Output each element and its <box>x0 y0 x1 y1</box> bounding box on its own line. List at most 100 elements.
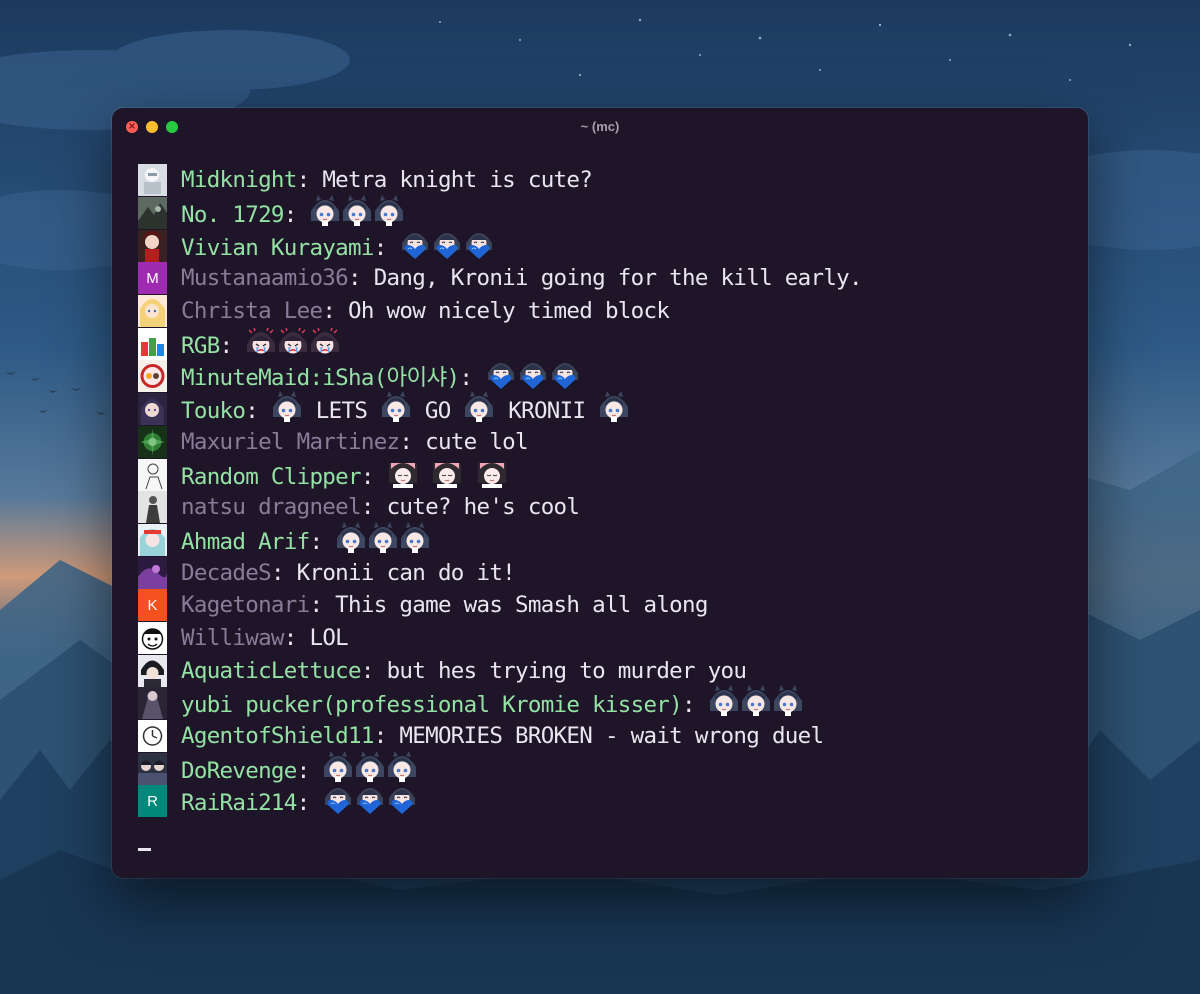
chat-message-row: yubi pucker(professional Kromie kisser): <box>138 685 1068 721</box>
name-separator: : <box>283 624 310 651</box>
chat-message-row: Maxuriel Martinez: cute lol <box>138 425 1068 459</box>
username-maxuriel-martinez[interactable]: Maxuriel Martinez <box>181 429 400 455</box>
username-mustanaamio36[interactable]: Mustanaamio36 <box>181 265 349 291</box>
kronii-face-emote-icon <box>367 521 399 554</box>
message-text: cute? he's cool <box>386 494 580 521</box>
username-decades[interactable]: DecadeS <box>181 560 272 586</box>
message-text <box>463 464 476 490</box>
kronii-face-emote-icon <box>373 195 405 227</box>
chat-message-text: AgentofShield11: MEMORIES BROKEN - wait … <box>181 720 824 752</box>
avatar-red-anime[interactable] <box>138 229 167 262</box>
kronii-face-emote-icon <box>386 750 418 783</box>
username-touko[interactable]: Touko <box>181 398 246 424</box>
avatar-letter-R[interactable]: R <box>138 785 167 818</box>
avatar-blonde-anime[interactable] <box>138 295 167 328</box>
avatar-cartoon-face[interactable] <box>138 621 167 654</box>
chat-message-text: No. 1729: <box>181 195 405 231</box>
avatar-dark-figure[interactable] <box>138 687 167 720</box>
chat-message-text: Midknight: Metra knight is cute? <box>181 164 593 196</box>
name-separator: : <box>360 657 387 684</box>
kronii-heart-emote-icon <box>431 228 463 260</box>
name-separator: : <box>296 790 323 817</box>
chat-message-row: natsu dragneel: cute? he's cool <box>138 491 1068 524</box>
name-separator: : <box>219 332 246 359</box>
message-text: GO <box>412 398 464 425</box>
kronii-face-emote-icon <box>271 391 303 423</box>
chat-message-row: Midknight: Metra knight is cute? <box>138 164 1068 197</box>
message-text: Metra knight is cute? <box>322 167 593 194</box>
avatar-teal-anime[interactable] <box>138 523 167 556</box>
kronii-cry-emote-icon <box>309 326 341 358</box>
chat-message-text: MinuteMaid:iSha(아이샤): <box>181 358 581 394</box>
username-aquaticlettuce[interactable]: AquaticLettuce <box>181 658 362 684</box>
kronii-heart-emote-icon <box>549 358 581 390</box>
chat-message-row: RGB: <box>138 327 1068 360</box>
chat-message-text: RGB: <box>181 326 341 362</box>
kronii-heart-emote-icon <box>386 783 418 815</box>
name-separator: : <box>360 463 387 490</box>
username-midknight[interactable]: Midknight <box>181 167 297 193</box>
kronii-face-emote-icon <box>463 391 495 423</box>
name-separator: : <box>399 428 426 455</box>
terminal-cursor <box>138 848 151 851</box>
username-minutemaid-isha[interactable]: MinuteMaid:iSha(아이샤) <box>181 365 460 391</box>
kronii-heart-emote-icon <box>485 358 517 390</box>
avatar-logo-badge[interactable] <box>138 360 167 393</box>
kronii-sleepy-emote-icon <box>476 457 508 489</box>
message-text: LETS <box>302 398 381 425</box>
username-rgb[interactable]: RGB <box>181 333 220 359</box>
chat-message-text: Christa Lee: Oh wow nicely timed block <box>181 295 670 327</box>
avatar-sketch[interactable] <box>138 458 167 491</box>
username-vivian-kurayami[interactable]: Vivian Kurayami <box>181 235 374 261</box>
avatar-rgb-bars[interactable] <box>138 327 167 360</box>
kronii-face-emote-icon <box>740 685 772 717</box>
avatar-letter-K[interactable]: K <box>138 589 167 622</box>
message-text: Kronii can do it! <box>296 559 516 586</box>
name-separator: : <box>283 202 310 229</box>
avatar-green-star[interactable] <box>138 425 167 458</box>
username-no-1729[interactable]: No. 1729 <box>181 202 284 228</box>
message-text <box>419 464 432 490</box>
chat-message-text: natsu dragneel: cute? he's cool <box>181 491 580 523</box>
avatar-group-anime[interactable] <box>138 752 167 785</box>
name-separator: : <box>373 723 400 750</box>
kronii-heart-emote-icon <box>463 228 495 260</box>
username-dorevenge[interactable]: DoRevenge <box>181 758 297 784</box>
chat-message-row: Ahmad Arif: <box>138 521 1068 557</box>
username-kagetonari[interactable]: Kagetonari <box>181 592 310 618</box>
chat-message-row: AgentofShield11: MEMORIES BROKEN - wait … <box>138 720 1068 753</box>
chat-message-text: yubi pucker(professional Kromie kisser): <box>181 685 804 721</box>
avatar-dark-art[interactable] <box>138 197 167 230</box>
chat-message-row: DoRevenge: <box>138 750 1068 785</box>
name-separator: : <box>459 365 486 392</box>
avatar-clock[interactable] <box>138 720 167 753</box>
avatar-purple-swirl[interactable] <box>138 556 167 589</box>
chat-log[interactable]: Midknight: Metra knight is cute? No. 1729… <box>138 164 1068 878</box>
username-yubi-pucker-professional-kromie-kisser[interactable]: yubi pucker(professional Kromie kisser) <box>181 692 683 718</box>
chat-message-row: Random Clipper: <box>138 458 1068 491</box>
kronii-sleepy-emote-icon <box>431 457 463 489</box>
avatar-white-robot[interactable] <box>138 164 167 197</box>
chat-message-row: DecadeS: Kronii can do it! <box>138 556 1068 589</box>
username-christa-lee[interactable]: Christa Lee <box>181 298 323 324</box>
kronii-face-emote-icon <box>399 521 431 554</box>
name-separator: : <box>245 398 271 425</box>
avatar-dark-anime-boy[interactable] <box>138 654 167 687</box>
chat-message-row: AquaticLettuce: but hes trying to murder… <box>138 654 1068 687</box>
avatar-letter-M[interactable]: M <box>138 262 167 295</box>
username-random-clipper[interactable]: Random Clipper <box>181 464 362 490</box>
username-rairai214[interactable]: RaiRai214 <box>181 790 297 816</box>
username-williwaw[interactable]: Williwaw <box>181 625 284 651</box>
chat-message-text: AquaticLettuce: but hes trying to murder… <box>181 655 747 687</box>
name-separator: : <box>373 234 400 261</box>
username-agentofshield11[interactable]: AgentofShield11 <box>181 723 374 749</box>
title-bar[interactable]: ~ (mc) <box>112 108 1088 146</box>
message-text: Oh wow nicely timed block <box>348 298 670 325</box>
username-natsu-dragneel[interactable]: natsu dragneel <box>181 494 362 520</box>
avatar-dark-anime[interactable] <box>138 393 167 426</box>
avatar-grey-figure[interactable] <box>138 491 167 524</box>
chat-message-text: Touko: LETS GO KRONII <box>181 391 630 427</box>
username-ahmad-arif[interactable]: Ahmad Arif <box>181 529 310 555</box>
chat-message-row: MinuteMaid:iSha(아이샤): <box>138 360 1068 393</box>
name-separator: : <box>360 494 387 521</box>
